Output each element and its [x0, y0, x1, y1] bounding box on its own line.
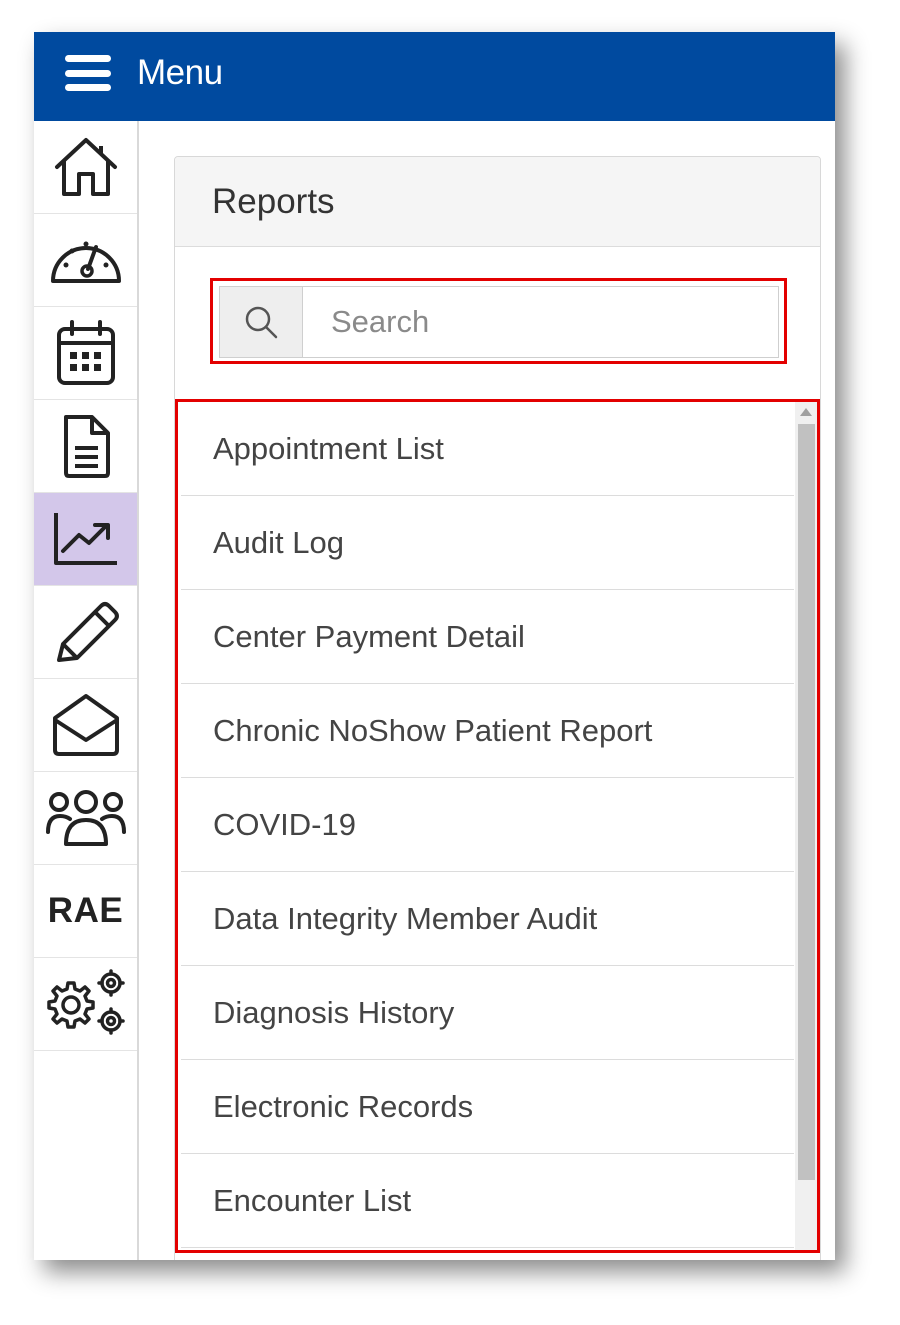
list-item[interactable]: Audit Log [181, 496, 794, 590]
list-scrollbar[interactable] [795, 402, 817, 1250]
sidebar-item-users[interactable] [34, 772, 137, 865]
pencil-icon [56, 602, 119, 662]
search-group [210, 278, 787, 364]
dashboard-gauge-icon [50, 241, 121, 283]
list-item[interactable]: Diagnosis History [181, 966, 794, 1060]
list-item[interactable]: Encounter List [181, 1154, 794, 1248]
mail-open-icon [52, 694, 119, 756]
list-item[interactable]: Appointment List [181, 402, 794, 496]
sidebar-item-edit[interactable] [34, 586, 137, 679]
scroll-up-arrow-icon[interactable] [800, 408, 812, 416]
reports-list: Appointment List Audit Log Center Paymen… [175, 399, 820, 1253]
calendar-icon [56, 320, 115, 385]
users-group-icon [45, 790, 126, 846]
top-bar: Menu [34, 32, 835, 121]
list-item[interactable]: Electronic Records [181, 1060, 794, 1154]
search-addon [219, 286, 303, 358]
menu-label[interactable]: Menu [137, 52, 223, 94]
settings-gears-icon [46, 969, 125, 1035]
reports-panel: Reports Appointment List Audit Log Cente… [174, 156, 821, 1260]
reports-chart-icon [53, 513, 117, 565]
list-item[interactable]: Data Integrity Member Audit [181, 872, 794, 966]
sidebar-item-reports[interactable] [34, 493, 137, 586]
rae-label: RAE [47, 891, 124, 930]
sidebar-item-home[interactable] [34, 121, 137, 214]
sidebar-item-messages[interactable] [34, 679, 137, 772]
home-icon [54, 138, 117, 196]
sidebar-item-calendar[interactable] [34, 307, 137, 400]
app-window: Menu RAE Reports Search Appointment List… [34, 32, 835, 1260]
sidebar-item-settings[interactable] [34, 958, 137, 1051]
list-item[interactable]: Center Payment Detail [181, 590, 794, 684]
search-input[interactable] [303, 286, 779, 358]
sidebar-item-rae[interactable]: RAE [34, 865, 137, 958]
panel-title: Reports [212, 182, 335, 221]
reports-panel-header: Reports [175, 157, 820, 247]
sidebar-item-documents[interactable] [34, 400, 137, 493]
search-icon [245, 306, 278, 339]
reports-list-items: Appointment List Audit Log Center Paymen… [181, 402, 794, 1248]
sidebar: RAE [34, 121, 139, 1260]
scroll-thumb[interactable] [798, 424, 815, 1180]
list-item[interactable]: Chronic NoShow Patient Report [181, 684, 794, 778]
document-icon [63, 415, 110, 478]
sidebar-item-dashboard[interactable] [34, 214, 137, 307]
list-item[interactable]: COVID-19 [181, 778, 794, 872]
hamburger-menu-icon[interactable] [65, 55, 113, 91]
